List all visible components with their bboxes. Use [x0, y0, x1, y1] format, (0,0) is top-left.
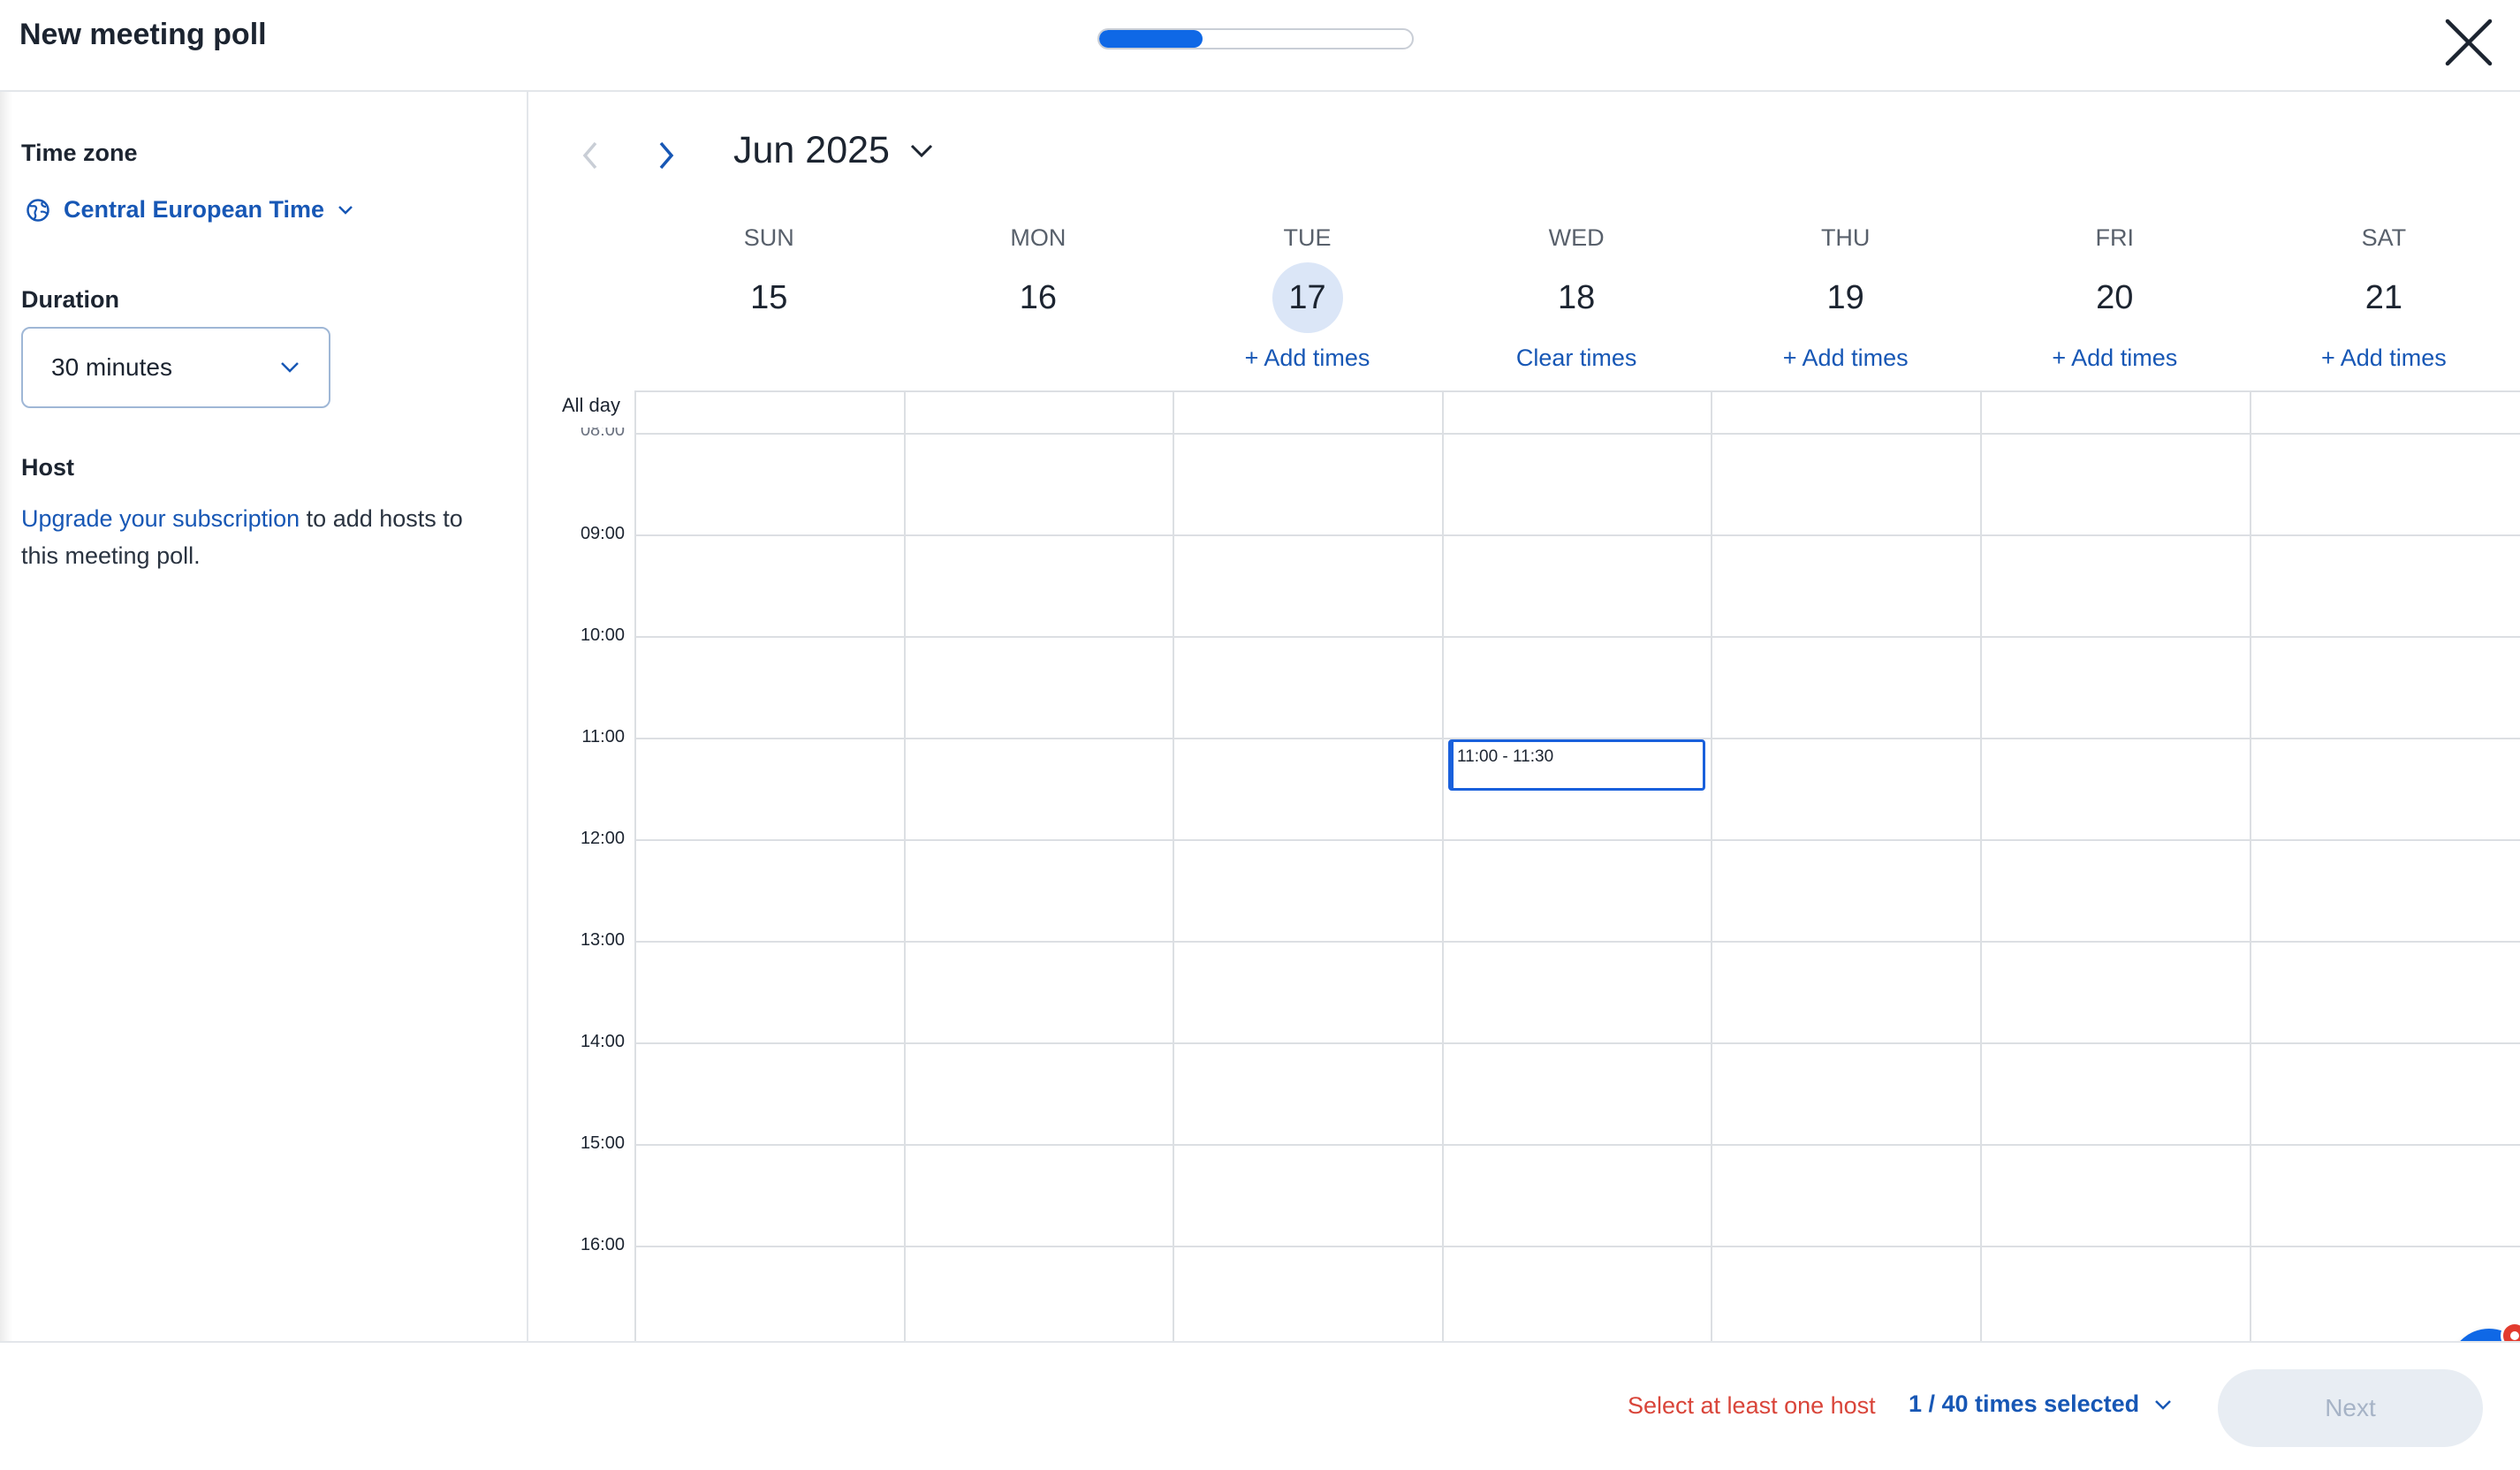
grid-line-hour	[634, 941, 2520, 943]
globe-icon	[27, 198, 49, 222]
grid-line-top	[634, 390, 2520, 392]
grid-line-day	[634, 390, 636, 1341]
day-header: TUE 17	[1173, 224, 1442, 333]
chevron-down-icon	[2155, 1399, 2172, 1410]
day-number: 18	[1557, 279, 1596, 316]
day-number-today: 17	[1271, 262, 1343, 333]
time-slot-event[interactable]: 11:00 - 11:30	[1448, 739, 1705, 791]
grid-line-hour	[634, 1042, 2520, 1044]
host-label: Host	[21, 454, 74, 481]
footer: Select at least one host 1 / 40 times se…	[0, 1341, 2520, 1470]
all-day-label: All day	[562, 394, 621, 416]
day-number: 15	[750, 279, 788, 316]
progress-fill	[1099, 30, 1203, 48]
month-label: Jun 2025	[733, 129, 890, 171]
add-times-button[interactable]: + Add times	[1173, 345, 1442, 372]
duration-value: 30 minutes	[51, 353, 172, 381]
day-of-week: SUN	[743, 224, 794, 251]
day-of-week: THU	[1820, 224, 1871, 251]
host-message: Upgrade your subscription to add hosts t…	[21, 500, 498, 574]
time-label: 10:00	[580, 625, 625, 645]
grid-line-hour	[634, 534, 2520, 536]
grid-line-day	[1711, 390, 1713, 1341]
chevron-left-icon	[582, 141, 597, 170]
day-number: 21	[2364, 279, 2403, 316]
grid-line-day	[1441, 390, 1444, 1341]
duration-select[interactable]: 30 minutes	[21, 327, 330, 408]
day-of-week: MON	[1010, 224, 1066, 251]
previous-week-button[interactable]	[571, 136, 610, 175]
day-of-week: WED	[1548, 224, 1605, 251]
times-selected-dropdown[interactable]: 1 / 40 times selected	[1909, 1390, 2173, 1418]
add-times-button[interactable]: + Add times	[1712, 345, 1980, 372]
day-of-week: TUE	[1283, 224, 1332, 251]
grid-line-hour	[634, 839, 2520, 841]
timezone-value: Central European Time	[64, 196, 325, 223]
time-label: 12:00	[580, 829, 625, 848]
day-header: SAT 21	[2250, 224, 2518, 333]
day-number: 16	[1019, 279, 1058, 316]
grid-line-day	[1980, 390, 1982, 1341]
host-warning: Select at least one host	[1628, 1392, 1876, 1419]
time-label: 09:00	[580, 524, 625, 543]
day-of-week: SAT	[2361, 224, 2407, 251]
duration-label: Duration	[21, 286, 119, 313]
times-selected-count: 1 / 40 times selected	[1909, 1390, 2140, 1417]
chevron-right-icon	[659, 141, 674, 170]
day-header: THU 19	[1712, 224, 1980, 333]
header: New meeting poll	[0, 0, 2520, 92]
add-times-button[interactable]: + Add times	[2250, 345, 2518, 372]
time-label: 14:00	[580, 1032, 625, 1051]
upgrade-subscription-link[interactable]: Upgrade your subscription	[21, 505, 300, 532]
chevron-down-icon	[281, 362, 299, 373]
calendar: Jun 2025 SUN 15 MON 16 TUE 17 + Add times WED 18…	[528, 92, 2520, 1408]
day-of-week: FRI	[2095, 224, 2135, 251]
day-header: WED 18	[1442, 224, 1711, 333]
progress-bar	[1097, 28, 1414, 49]
chevron-down-icon	[338, 205, 353, 215]
clear-times-button[interactable]: Clear times	[1442, 345, 1711, 372]
grid-line-hour	[634, 1246, 2520, 1247]
page-title: New meeting poll	[19, 18, 267, 51]
timezone-selector[interactable]: Central European Time	[25, 196, 354, 224]
grid-line-hour	[634, 1144, 2520, 1146]
sidebar: Time zone Central European Time Duration…	[0, 92, 528, 1341]
grid-line-day	[2249, 390, 2251, 1341]
chevron-down-icon	[910, 144, 932, 157]
day-number: 19	[1826, 279, 1864, 316]
day-number: 20	[2096, 279, 2134, 316]
time-label: 11:00	[581, 727, 625, 746]
month-selector[interactable]: Jun 2025	[733, 129, 934, 172]
close-button[interactable]	[2444, 18, 2493, 67]
time-label: 16:00	[580, 1235, 625, 1254]
time-label: 13:00	[580, 930, 625, 950]
time-label: 15:00	[580, 1133, 625, 1153]
grid-line-all-day	[634, 433, 2520, 435]
timezone-label: Time zone	[21, 140, 138, 166]
time-label: 08:00	[580, 428, 625, 438]
grid-line-hour	[634, 636, 2520, 638]
next-week-button[interactable]	[647, 136, 686, 175]
grid-line-day	[903, 390, 906, 1341]
next-button[interactable]: Next	[2218, 1369, 2483, 1447]
day-header: FRI 20	[1980, 224, 2249, 333]
day-header: SUN 15	[634, 224, 903, 333]
add-times-button[interactable]: + Add times	[1980, 345, 2249, 372]
day-header: MON 16	[904, 224, 1173, 333]
grid-line-day	[1173, 390, 1175, 1341]
close-icon	[2445, 19, 2493, 66]
